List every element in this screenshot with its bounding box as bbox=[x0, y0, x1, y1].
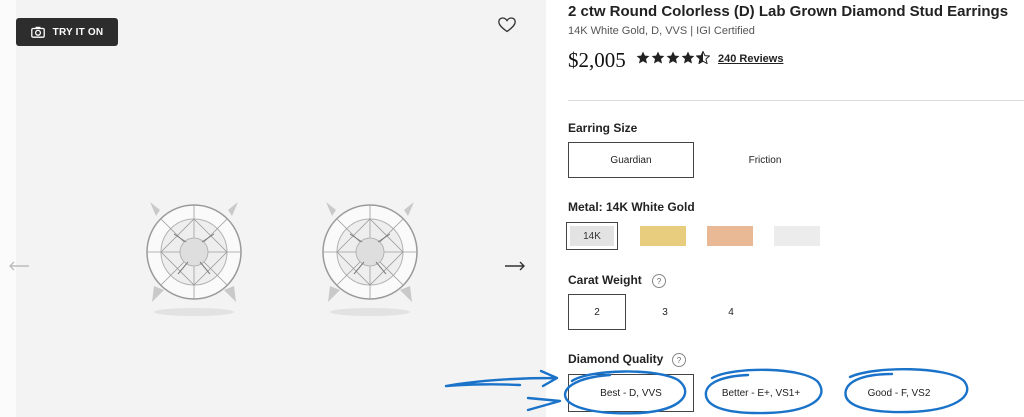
metal-label: Metal: 14K White Gold bbox=[568, 200, 695, 214]
star-icon bbox=[651, 51, 665, 64]
earring-size-label: Earring Size bbox=[568, 121, 638, 135]
quality-option-good[interactable]: Good - F, VS2 bbox=[836, 374, 962, 412]
product-details-panel: 2 ctw Round Colorless (D) Lab Grown Diam… bbox=[546, 0, 1024, 417]
camera-icon bbox=[30, 26, 45, 38]
next-image-arrow-icon[interactable] bbox=[504, 258, 526, 276]
metal-swatch-white-gold[interactable]: 14K bbox=[566, 222, 618, 250]
carat-help-icon[interactable]: ? bbox=[652, 274, 666, 288]
reviews-link[interactable]: 240 Reviews bbox=[718, 53, 783, 65]
product-price: $2,005 bbox=[568, 48, 626, 72]
carat-option-4[interactable]: 4 bbox=[702, 294, 760, 330]
diamond-earring-right-image bbox=[322, 202, 418, 316]
quality-option-best[interactable]: Best - D, VVS bbox=[568, 374, 694, 412]
product-title: 2 ctw Round Colorless (D) Lab Grown Diam… bbox=[568, 3, 1009, 20]
metal-swatch-rose-gold[interactable] bbox=[707, 226, 753, 246]
metal-swatch-white-gold-label: 14K bbox=[570, 226, 614, 246]
diamond-earring-left-image bbox=[146, 202, 242, 316]
product-subtitle: 14K White Gold, D, VVS | IGI Certified bbox=[568, 25, 755, 37]
heart-icon[interactable] bbox=[498, 17, 516, 38]
carat-weight-label: Carat Weight bbox=[568, 273, 642, 287]
metal-swatch-platinum[interactable] bbox=[774, 226, 820, 246]
try-it-on-label: TRY IT ON bbox=[52, 26, 104, 38]
star-icon bbox=[666, 51, 680, 64]
carat-option-2[interactable]: 2 bbox=[568, 294, 626, 330]
earring-size-option-friction[interactable]: Friction bbox=[702, 142, 828, 178]
metal-swatch-yellow-gold[interactable] bbox=[640, 226, 686, 246]
previous-image-arrow-icon[interactable] bbox=[8, 258, 30, 276]
quality-help-icon[interactable]: ? bbox=[672, 353, 686, 367]
carat-option-3[interactable]: 3 bbox=[636, 294, 694, 330]
half-star-icon bbox=[696, 51, 710, 64]
try-it-on-button[interactable]: TRY IT ON bbox=[16, 18, 118, 46]
star-icon bbox=[636, 51, 650, 64]
left-gutter bbox=[0, 0, 16, 417]
divider bbox=[568, 100, 1024, 101]
diamond-quality-label: Diamond Quality bbox=[568, 352, 664, 366]
star-icon bbox=[681, 51, 695, 64]
rating-stars bbox=[636, 51, 710, 64]
product-gallery bbox=[16, 0, 546, 417]
quality-option-better[interactable]: Better - E+, VS1+ bbox=[698, 374, 824, 412]
earring-size-option-guardian[interactable]: Guardian bbox=[568, 142, 694, 178]
